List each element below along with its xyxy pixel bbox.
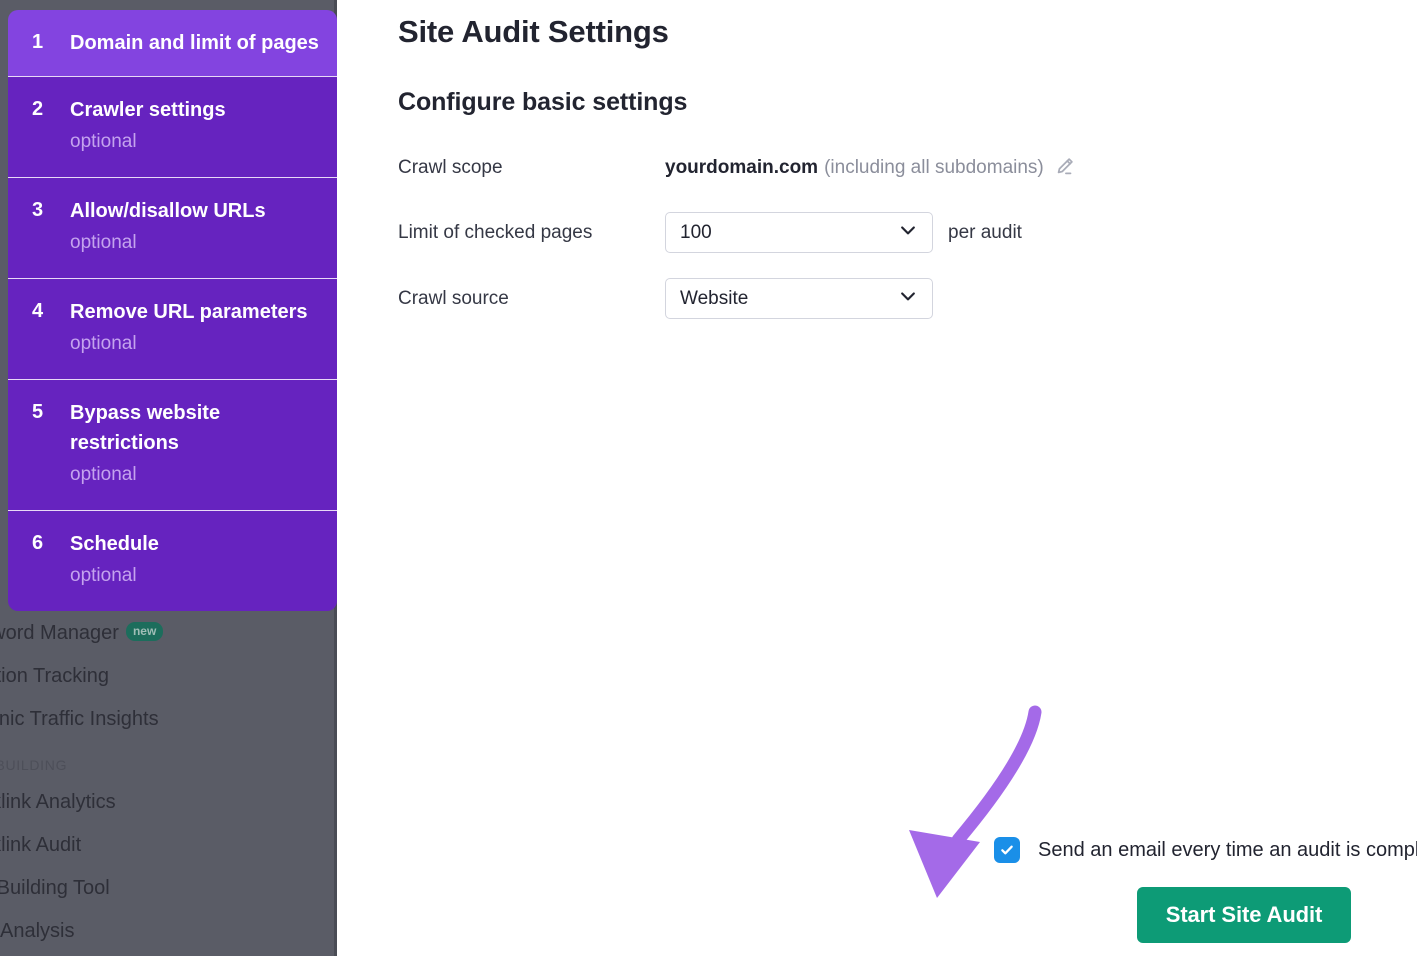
start-site-audit-button[interactable]: Start Site Audit: [1137, 887, 1351, 943]
crawl-source-label: Crawl source: [398, 287, 509, 309]
sidebar-item-link-building-tool[interactable]: nk Building Tool: [0, 867, 337, 910]
limit-pages-select[interactable]: 100: [665, 212, 933, 253]
chevron-down-icon: [898, 286, 918, 311]
step-item-allow-disallow-urls[interactable]: 3 Allow/disallow URLs optional: [8, 178, 337, 279]
step-number: 3: [32, 199, 44, 221]
step-body: Schedule optional: [70, 529, 323, 593]
sidebar-item-label: ulk Analysis: [0, 920, 75, 942]
email-notification-label: Send an email every time an audit is com…: [1038, 838, 1417, 861]
crawl-source-select[interactable]: Website: [665, 278, 933, 319]
limit-pages-value: 100: [680, 221, 712, 243]
sidebar-item-label: acklink Analytics: [0, 791, 116, 813]
step-number: 6: [32, 532, 44, 554]
crawl-scope-note: (including all subdomains): [824, 157, 1044, 178]
step-optional-label: optional: [70, 333, 137, 354]
new-badge: new: [125, 622, 164, 641]
step-item-crawler-settings[interactable]: 2 Crawler settings optional: [8, 77, 337, 178]
step-body: Bypass website restrictions optional: [70, 398, 323, 492]
step-body: Domain and limit of pages: [70, 28, 323, 58]
step-optional-label: optional: [70, 464, 137, 485]
crawl-scope-label: Crawl scope: [398, 157, 503, 178]
crawl-scope-row: Crawl scope yourdomain.com (including all…: [398, 154, 1076, 182]
email-notification-checkbox[interactable]: [994, 837, 1020, 863]
sidebar-item-organic-traffic-insights[interactable]: rganic Traffic Insights: [0, 698, 337, 741]
step-optional-label: optional: [70, 565, 137, 586]
sidebar-item-label: eyword Manager: [0, 622, 119, 644]
sidebar-item-label: acklink Audit: [0, 834, 82, 856]
pencil-icon[interactable]: [1054, 155, 1076, 182]
step-title: Bypass website restrictions: [70, 402, 221, 454]
sidebar-item-backlink-analytics[interactable]: acklink Analytics: [0, 781, 337, 824]
limit-pages-label: Limit of checked pages: [398, 221, 593, 243]
step-body: Crawler settings optional: [70, 95, 323, 159]
crawl-source-row: Crawl source Website: [398, 278, 933, 319]
step-title: Crawler settings: [70, 99, 226, 121]
crawl-source-value: Website: [680, 287, 749, 309]
sidebar-nav-list: eyword Manager new osition Tracking rgani…: [0, 612, 337, 953]
crawl-scope-value-group: yourdomain.com (including all subdomains): [665, 154, 1076, 182]
check-icon: [1001, 845, 1013, 855]
step-body: Allow/disallow URLs optional: [70, 196, 323, 260]
chevron-down-icon: [898, 220, 918, 245]
step-number: 5: [32, 401, 44, 423]
step-title: Remove URL parameters: [70, 301, 308, 323]
sidebar-item-bulk-analysis[interactable]: ulk Analysis: [0, 910, 337, 953]
sidebar-section-label: NK BUILDING: [0, 757, 68, 773]
limit-pages-row: Limit of checked pages 100 per audit: [398, 212, 1022, 253]
step-number: 1: [32, 31, 44, 53]
sidebar-item-label: rganic Traffic Insights: [0, 708, 159, 730]
step-item-schedule[interactable]: 6 Schedule optional: [8, 511, 337, 611]
steps-panel: 1 Domain and limit of pages 2 Crawler se…: [8, 10, 337, 611]
limit-pages-suffix: per audit: [948, 221, 1022, 243]
step-title: Domain and limit of pages: [70, 32, 319, 54]
step-title: Allow/disallow URLs: [70, 200, 266, 222]
step-optional-label: optional: [70, 232, 137, 253]
section-title: Configure basic settings: [398, 88, 688, 116]
step-item-domain-and-limit-of-pages[interactable]: 1 Domain and limit of pages: [8, 10, 337, 77]
step-optional-label: optional: [70, 131, 137, 152]
sidebar-item-keyword-manager[interactable]: eyword Manager new: [0, 612, 337, 655]
sidebar-item-position-tracking[interactable]: osition Tracking: [0, 655, 337, 698]
step-number: 2: [32, 98, 44, 120]
sidebar-item-backlink-audit[interactable]: acklink Audit: [0, 824, 337, 867]
step-body: Remove URL parameters optional: [70, 297, 323, 361]
step-title: Schedule: [70, 533, 159, 555]
app-root: eyword Manager new osition Tracking rgani…: [0, 0, 1417, 956]
step-number: 4: [32, 300, 44, 322]
crawl-scope-domain: yourdomain.com: [665, 157, 819, 178]
step-item-bypass-website-restrictions[interactable]: 5 Bypass website restrictions optional: [8, 380, 337, 511]
page-title: Site Audit Settings: [398, 14, 669, 49]
email-notification-row[interactable]: Send an email every time an audit is com…: [994, 837, 1417, 863]
sidebar-item-label: osition Tracking: [0, 665, 109, 687]
sidebar-item-label: nk Building Tool: [0, 877, 110, 899]
main-content: Site Audit Settings Configure basic sett…: [337, 0, 1417, 956]
step-item-remove-url-parameters[interactable]: 4 Remove URL parameters optional: [8, 279, 337, 380]
sidebar-section-link-building: NK BUILDING: [0, 741, 337, 781]
